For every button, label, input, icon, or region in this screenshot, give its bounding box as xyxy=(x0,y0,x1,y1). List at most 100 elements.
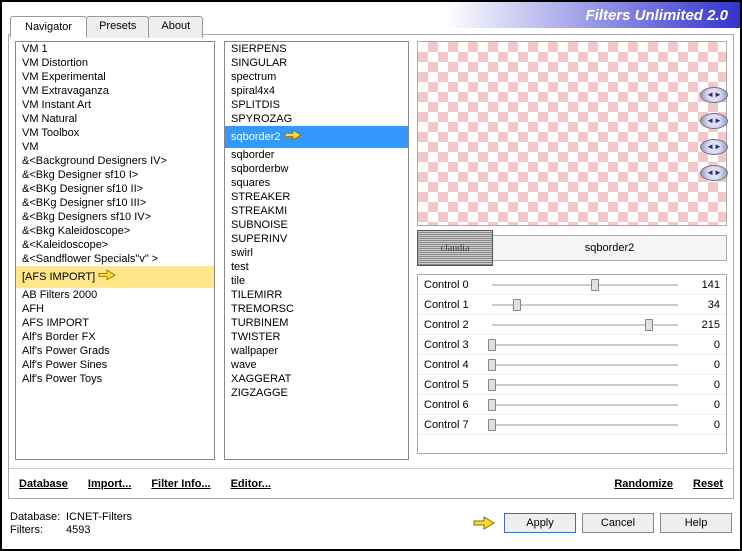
control-label: Control 3 xyxy=(424,339,484,351)
list-item[interactable]: &<BKg Designer sf10 II> xyxy=(16,182,214,196)
slider-thumb[interactable] xyxy=(488,399,496,411)
list-item[interactable]: test xyxy=(225,260,408,274)
filters-label: Filters: xyxy=(10,524,66,536)
list-item[interactable]: TWISTER xyxy=(225,330,408,344)
control-label: Control 4 xyxy=(424,359,484,371)
list-item[interactable]: &<Sandflower Specials"v" > xyxy=(16,252,214,266)
nav-arrow-icon[interactable]: ◄► xyxy=(700,165,728,181)
slider-thumb[interactable] xyxy=(488,379,496,391)
control-slider[interactable] xyxy=(492,304,678,306)
list-item[interactable]: &<Bkg Designers sf10 IV> xyxy=(16,210,214,224)
tab-presets[interactable]: Presets xyxy=(86,16,149,38)
database-button[interactable]: Database xyxy=(9,474,78,494)
control-value: 141 xyxy=(686,279,720,291)
list-item[interactable]: SPYROZAG xyxy=(225,112,408,126)
list-item[interactable]: XAGGERAT xyxy=(225,372,408,386)
app-title: Filters Unlimited 2.0 xyxy=(585,7,728,24)
apply-button[interactable]: Apply xyxy=(504,513,576,533)
list-item[interactable]: ZIGZAGGE xyxy=(225,386,408,400)
list-item[interactable]: wave xyxy=(225,358,408,372)
list-item[interactable]: VM xyxy=(16,140,214,154)
list-item[interactable]: VM Distortion xyxy=(16,56,214,70)
list-item[interactable]: TILEMIRR xyxy=(225,288,408,302)
control-slider[interactable] xyxy=(492,284,678,286)
tab-about[interactable]: About xyxy=(148,16,203,38)
pointer-hand-icon xyxy=(470,513,498,533)
control-row: Control 30 xyxy=(418,335,726,355)
randomize-button[interactable]: Randomize xyxy=(604,474,683,494)
control-value: 0 xyxy=(686,379,720,391)
list-item[interactable]: squares xyxy=(225,176,408,190)
list-item[interactable]: swirl xyxy=(225,246,408,260)
list-item[interactable]: &<Background Designers IV> xyxy=(16,154,214,168)
filter-info-button[interactable]: Filter Info... xyxy=(141,474,220,494)
content-toolbar: Database Import... Filter Info... Editor… xyxy=(9,468,733,498)
list-item[interactable]: VM Instant Art xyxy=(16,98,214,112)
slider-thumb[interactable] xyxy=(488,419,496,431)
list-item[interactable]: SPLITDIS xyxy=(225,98,408,112)
list-item[interactable]: &<BKg Designer sf10 III> xyxy=(16,196,214,210)
slider-thumb[interactable] xyxy=(513,299,521,311)
list-item[interactable]: wallpaper xyxy=(225,344,408,358)
controls-list[interactable]: Control 0141Control 134Control 2215Contr… xyxy=(417,274,727,454)
list-item[interactable]: SINGULAR xyxy=(225,56,408,70)
status-info: Database: ICNET-Filters Filters: 4593 xyxy=(10,511,132,536)
list-item[interactable]: AFH xyxy=(16,302,214,316)
slider-thumb[interactable] xyxy=(591,279,599,291)
list-item[interactable]: [AFS IMPORT] xyxy=(16,266,214,288)
control-value: 0 xyxy=(686,359,720,371)
list-item[interactable]: VM Toolbox xyxy=(16,126,214,140)
list-item[interactable]: Alf's Border FX xyxy=(16,330,214,344)
list-item[interactable]: sqborder xyxy=(225,148,408,162)
preview-and-controls: ◄► ◄► ◄► ◄► claudia sqborder2 Control 01… xyxy=(417,41,727,460)
editor-button[interactable]: Editor... xyxy=(221,474,281,494)
import-button[interactable]: Import... xyxy=(78,474,141,494)
list-item[interactable]: VM 1 xyxy=(16,42,214,56)
control-value: 0 xyxy=(686,419,720,431)
list-item[interactable]: sqborderbw xyxy=(225,162,408,176)
list-item[interactable]: SUBNOISE xyxy=(225,218,408,232)
control-slider[interactable] xyxy=(492,384,678,386)
slider-thumb[interactable] xyxy=(488,359,496,371)
list-item[interactable]: spiral4x4 xyxy=(225,84,408,98)
nav-arrow-icon[interactable]: ◄► xyxy=(700,139,728,155)
reset-button[interactable]: Reset xyxy=(683,474,733,494)
list-item[interactable]: VM Experimental xyxy=(16,70,214,84)
nav-arrow-icon[interactable]: ◄► xyxy=(700,87,728,103)
list-item[interactable]: Alf's Power Toys xyxy=(16,372,214,386)
control-slider[interactable] xyxy=(492,344,678,346)
list-item[interactable]: STREAKMI xyxy=(225,204,408,218)
list-item[interactable]: VM Natural xyxy=(16,112,214,126)
list-item[interactable]: AFS IMPORT xyxy=(16,316,214,330)
control-slider[interactable] xyxy=(492,424,678,426)
list-item[interactable]: TURBINEM xyxy=(225,316,408,330)
tab-strip: Navigator Presets About xyxy=(10,16,202,38)
list-item[interactable]: SUPERINV xyxy=(225,232,408,246)
list-item[interactable]: &<Bkg Designer sf10 I> xyxy=(16,168,214,182)
list-item[interactable]: AB Filters 2000 xyxy=(16,288,214,302)
slider-thumb[interactable] xyxy=(488,339,496,351)
help-button[interactable]: Help xyxy=(660,513,732,533)
list-item[interactable]: TREMORSC xyxy=(225,302,408,316)
nav-arrow-icon[interactable]: ◄► xyxy=(700,113,728,129)
list-item[interactable]: SIERPENS xyxy=(225,42,408,56)
cancel-button[interactable]: Cancel xyxy=(582,513,654,533)
list-item[interactable]: STREAKER xyxy=(225,190,408,204)
filter-category-list[interactable]: VM 1VM DistortionVM ExperimentalVM Extra… xyxy=(15,41,215,460)
control-value: 215 xyxy=(686,319,720,331)
slider-thumb[interactable] xyxy=(645,319,653,331)
filter-list[interactable]: SIERPENSSINGULARspectrumspiral4x4SPLITDI… xyxy=(224,41,409,460)
tab-navigator[interactable]: Navigator xyxy=(10,16,87,38)
control-slider[interactable] xyxy=(492,364,678,366)
list-item[interactable]: Alf's Power Grads xyxy=(16,344,214,358)
list-item[interactable]: tile xyxy=(225,274,408,288)
list-item[interactable]: spectrum xyxy=(225,70,408,84)
control-slider[interactable] xyxy=(492,324,678,326)
content-area: VM 1VM DistortionVM ExperimentalVM Extra… xyxy=(8,34,734,499)
control-slider[interactable] xyxy=(492,404,678,406)
list-item[interactable]: sqborder2 xyxy=(225,126,408,148)
list-item[interactable]: &<Bkg Kaleidoscope> xyxy=(16,224,214,238)
list-item[interactable]: Alf's Power Sines xyxy=(16,358,214,372)
list-item[interactable]: &<Kaleidoscope> xyxy=(16,238,214,252)
list-item[interactable]: VM Extravaganza xyxy=(16,84,214,98)
